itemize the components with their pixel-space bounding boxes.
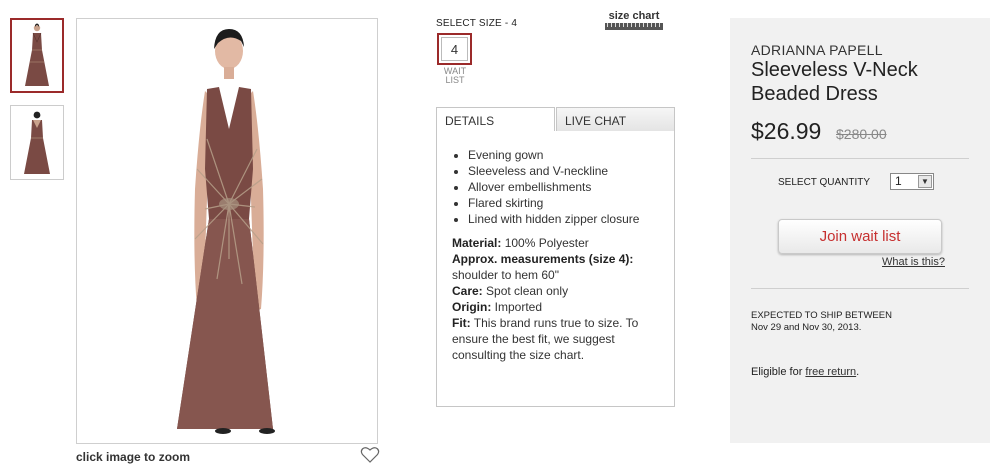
list-item: Lined with hidden zipper closure [468, 211, 660, 227]
dress-front-thumbnail-image [12, 20, 62, 91]
quantity-select[interactable]: 1 ▼ [890, 173, 934, 190]
divider [751, 288, 969, 289]
size-chart-label: size chart [608, 10, 660, 22]
what-is-this-link[interactable]: What is this? [882, 256, 945, 268]
zoom-caption: click image to zoom [76, 450, 191, 464]
care-value: Spot clean only [482, 284, 569, 298]
brand-name: ADRIANNA PAPELL [751, 42, 883, 58]
ship-heading: EXPECTED TO SHIP BETWEEN [751, 310, 892, 321]
origin-label: Origin: [452, 300, 492, 314]
tab-details[interactable]: DETAILS [436, 107, 555, 132]
care-row: Care: Spot clean only [452, 283, 660, 299]
ruler-icon [605, 23, 663, 30]
material-row: Material: 100% Polyester [452, 235, 660, 251]
chevron-down-icon: ▼ [918, 175, 932, 188]
divider [751, 158, 969, 159]
join-wait-list-button[interactable]: Join wait list [778, 219, 942, 254]
origin-row: Origin: Imported [452, 299, 660, 315]
sale-price: $26.99 [751, 118, 822, 144]
product-title: Sleeveless V-Neck Beaded Dress [751, 59, 918, 105]
ship-dates: Nov 29 and Nov 30, 2013. [751, 322, 862, 333]
list-item: Evening gown [468, 147, 660, 163]
dress-model-image [77, 19, 377, 443]
origin-value: Imported [491, 300, 543, 314]
size-option-4[interactable]: 4 [437, 33, 472, 65]
thumbnail-front[interactable] [10, 18, 64, 93]
thumbnail-back[interactable] [10, 105, 64, 180]
fit-value: This brand runs true to size. To ensure … [452, 316, 639, 362]
wait-list-label: WAIT LIST [443, 66, 467, 85]
list-item: Flared skirting [468, 195, 660, 211]
measurements-row: Approx. measurements (size 4): shoulder … [452, 251, 660, 283]
free-return-note: Eligible for free return. [751, 366, 859, 378]
eligible-suffix: . [856, 366, 860, 378]
care-label: Care: [452, 284, 483, 298]
dress-back-thumbnail-image [11, 106, 63, 179]
original-price: $280.00 [836, 126, 887, 142]
select-size-heading: SELECT SIZE - 4 [436, 18, 518, 29]
list-item: Allover embellishments [468, 179, 660, 195]
free-return-link[interactable]: free return [805, 366, 856, 378]
fit-label: Fit: [452, 316, 471, 330]
tab-live-chat[interactable]: LIVE CHAT [556, 107, 675, 132]
size-option-label: 4 [441, 37, 468, 61]
material-label: Material: [452, 236, 502, 250]
quantity-value: 1 [895, 174, 902, 188]
details-panel: Evening gown Sleeveless and V-neckline A… [436, 131, 675, 407]
quantity-label: SELECT QUANTITY [778, 177, 871, 188]
main-product-image[interactable] [76, 18, 378, 444]
size-chart-link[interactable]: size chart [605, 10, 663, 32]
eligible-prefix: Eligible for [751, 366, 806, 378]
fit-row: Fit: This brand runs true to size. To en… [452, 315, 660, 363]
heart-outline-icon[interactable] [360, 446, 380, 464]
measurements-value: shoulder to hem 60" [452, 268, 559, 282]
details-bullet-list: Evening gown Sleeveless and V-neckline A… [452, 147, 660, 227]
material-value: 100% Polyester [501, 236, 589, 250]
list-item: Sleeveless and V-neckline [468, 163, 660, 179]
measurements-label: Approx. measurements (size 4): [452, 252, 634, 266]
purchase-panel: ADRIANNA PAPELL Sleeveless V-Neck Beaded… [730, 18, 990, 443]
